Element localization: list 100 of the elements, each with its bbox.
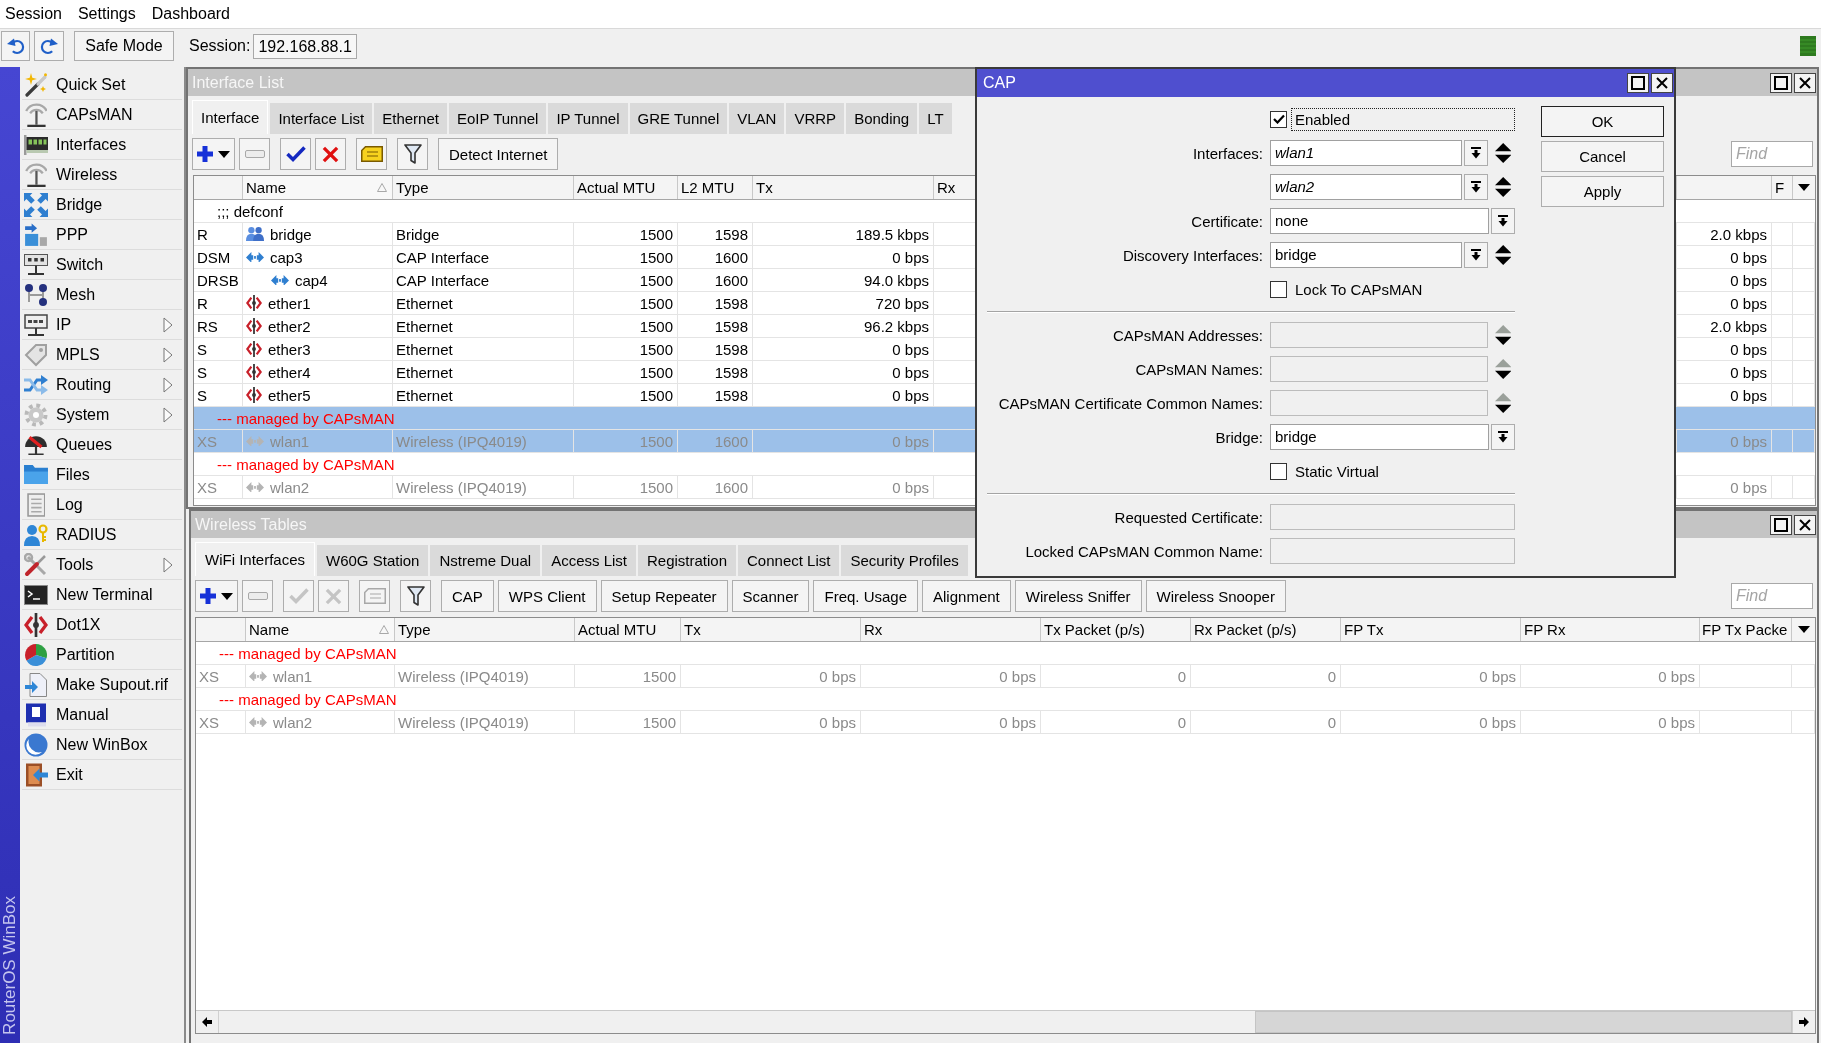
mtu-value: 1598 xyxy=(714,225,748,243)
flags-text: DRSB xyxy=(197,271,239,289)
field-label: Certificate: xyxy=(1191,212,1263,230)
rate-value: 0 bps xyxy=(1730,248,1767,266)
field-label: CAPsMAN Certificate Common Names: xyxy=(998,394,1263,412)
field-label: Locked CAPsMAN Common Name: xyxy=(1025,542,1263,560)
mtu-value: 1500 xyxy=(639,363,673,381)
rate-value: 0 bps xyxy=(892,478,929,496)
interface-name: wlan2 xyxy=(270,478,310,496)
mtu-value: 1600 xyxy=(714,432,748,450)
window-title: CAP xyxy=(983,74,1016,92)
rate-value: 0 bps xyxy=(892,340,929,358)
rate-value: 0 bps xyxy=(1730,294,1767,312)
row-comment: --- managed by CAPsMAN xyxy=(219,690,397,708)
mtu-value: 1500 xyxy=(642,667,676,685)
flags-text: DSM xyxy=(197,248,231,266)
mtu-value: 1500 xyxy=(639,248,673,266)
interface-type: Ethernet xyxy=(396,294,453,312)
rate-value: 0 bps xyxy=(819,667,856,685)
mtu-value: 1500 xyxy=(639,271,673,289)
rate-value: 0 bps xyxy=(892,363,929,381)
mtu-value: 1600 xyxy=(714,478,748,496)
row-comment: ;;; defconf xyxy=(217,202,283,220)
field-label: Bridge: xyxy=(1215,428,1263,446)
rate-value: 0 bps xyxy=(1730,386,1767,404)
rate-value: 0 bps xyxy=(1658,667,1695,685)
interface-type: Ethernet xyxy=(396,340,453,358)
interface-type: Ethernet xyxy=(396,363,453,381)
session-label: Session: xyxy=(189,36,251,56)
rate-value: 2.0 kbps xyxy=(1710,317,1767,335)
interface-type: Wireless (IPQ4019) xyxy=(398,713,529,731)
packet-rate-value: 0 xyxy=(1327,713,1336,731)
rate-value: 720 bps xyxy=(875,294,929,312)
rate-value: 0 bps xyxy=(1730,432,1767,450)
rate-value: 0 bps xyxy=(1479,667,1516,685)
flags-text: RS xyxy=(197,317,218,335)
rate-value: 0 bps xyxy=(892,248,929,266)
rate-value: 0 bps xyxy=(892,432,929,450)
flags-text: S xyxy=(197,340,207,358)
rate-value: 2.0 kbps xyxy=(1710,225,1767,243)
flags-text: XS xyxy=(197,432,217,450)
interface-type: Wireless (IPQ4019) xyxy=(396,478,527,496)
mtu-value: 1500 xyxy=(639,294,673,312)
interface-name: wlan1 xyxy=(273,667,313,685)
interface-name: cap4 xyxy=(295,271,328,289)
field-label: Requested Certificate: xyxy=(1114,508,1263,526)
packet-rate-value: 0 xyxy=(1327,667,1336,685)
mtu-value: 1598 xyxy=(714,363,748,381)
interface-name: ether3 xyxy=(268,340,311,358)
rate-value: 0 bps xyxy=(1479,713,1516,731)
field-label: Discovery Interfaces: xyxy=(1122,246,1263,264)
rate-value: 0 bps xyxy=(819,713,856,731)
interface-name: ether2 xyxy=(268,317,311,335)
mtu-value: 1598 xyxy=(714,294,748,312)
mtu-value: 1598 xyxy=(714,340,748,358)
rate-value: 0 bps xyxy=(999,667,1036,685)
flags-text: XS xyxy=(197,478,217,496)
interface-name: wlan2 xyxy=(273,713,313,731)
rate-value: 0 bps xyxy=(1730,363,1767,381)
interface-type: Ethernet xyxy=(396,317,453,335)
rate-value: 0 bps xyxy=(1730,340,1767,358)
interface-type: Bridge xyxy=(396,225,440,243)
rate-value: 0 bps xyxy=(1730,478,1767,496)
mtu-value: 1500 xyxy=(642,713,676,731)
interface-name: cap3 xyxy=(270,248,303,266)
interface-type: Ethernet xyxy=(396,386,453,404)
flags-text: R xyxy=(197,225,208,243)
row-comment: --- managed by CAPsMAN xyxy=(217,409,395,427)
flags-text: S xyxy=(197,386,207,404)
mtu-value: 1500 xyxy=(639,432,673,450)
rate-value: 0 bps xyxy=(1658,713,1695,731)
interface-type: CAP Interface xyxy=(396,271,490,289)
rate-value: 189.5 kbps xyxy=(855,225,929,243)
flags-text: XS xyxy=(199,667,219,685)
rate-value: 94.0 kbps xyxy=(863,271,929,289)
interface-name: ether1 xyxy=(268,294,311,312)
mtu-value: 1500 xyxy=(639,386,673,404)
interface-type: CAP Interface xyxy=(396,248,490,266)
mtu-value: 1500 xyxy=(639,225,673,243)
mtu-value: 1598 xyxy=(714,317,748,335)
packet-rate-value: 0 xyxy=(1177,713,1186,731)
rate-value: 0 bps xyxy=(892,386,929,404)
mtu-value: 1600 xyxy=(714,248,748,266)
row-comment: --- managed by CAPsMAN xyxy=(217,455,395,473)
interface-name: bridge xyxy=(270,225,312,243)
flags-text: S xyxy=(197,363,207,381)
field-label: Interfaces: xyxy=(1192,144,1263,162)
mtu-value: 1500 xyxy=(639,317,673,335)
rate-value: 0 bps xyxy=(999,713,1036,731)
packet-rate-value: 0 xyxy=(1177,667,1186,685)
flags-text: XS xyxy=(199,713,219,731)
mtu-value: 1600 xyxy=(714,271,748,289)
rate-value: 96.2 kbps xyxy=(863,317,929,335)
rate-value: 0 bps xyxy=(1730,271,1767,289)
interface-name: wlan1 xyxy=(270,432,310,450)
row-comment: --- managed by CAPsMAN xyxy=(219,644,397,662)
flags-text: R xyxy=(197,294,208,312)
banner-text: RouterOS WinBox xyxy=(0,896,20,1035)
mtu-value: 1598 xyxy=(714,386,748,404)
mtu-value: 1500 xyxy=(639,340,673,358)
